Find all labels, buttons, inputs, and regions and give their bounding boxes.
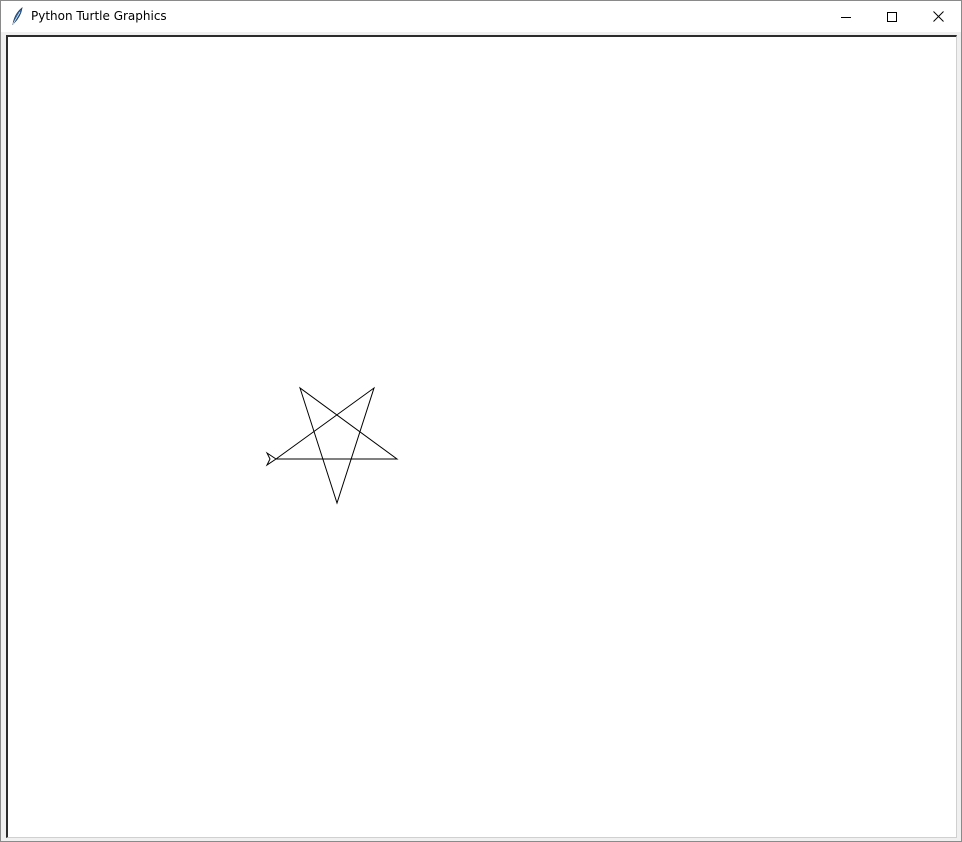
minimize-button[interactable] (823, 1, 869, 32)
close-icon (932, 11, 944, 22)
drawing-surface (265, 386, 399, 505)
title-bar[interactable]: Python Turtle Graphics (1, 1, 961, 32)
star-icon (275, 386, 399, 505)
maximize-icon (887, 11, 897, 22)
turtle-cursor-icon (265, 451, 277, 467)
minimize-icon (841, 12, 851, 22)
app-window: Python Turtle Graphics (0, 0, 962, 842)
maximize-button[interactable] (869, 1, 915, 32)
canvas-frame (5, 34, 959, 838)
feather-icon (10, 7, 24, 26)
window-title: Python Turtle Graphics (31, 9, 167, 23)
close-button[interactable] (915, 1, 961, 32)
turtle-canvas[interactable] (6, 35, 957, 838)
